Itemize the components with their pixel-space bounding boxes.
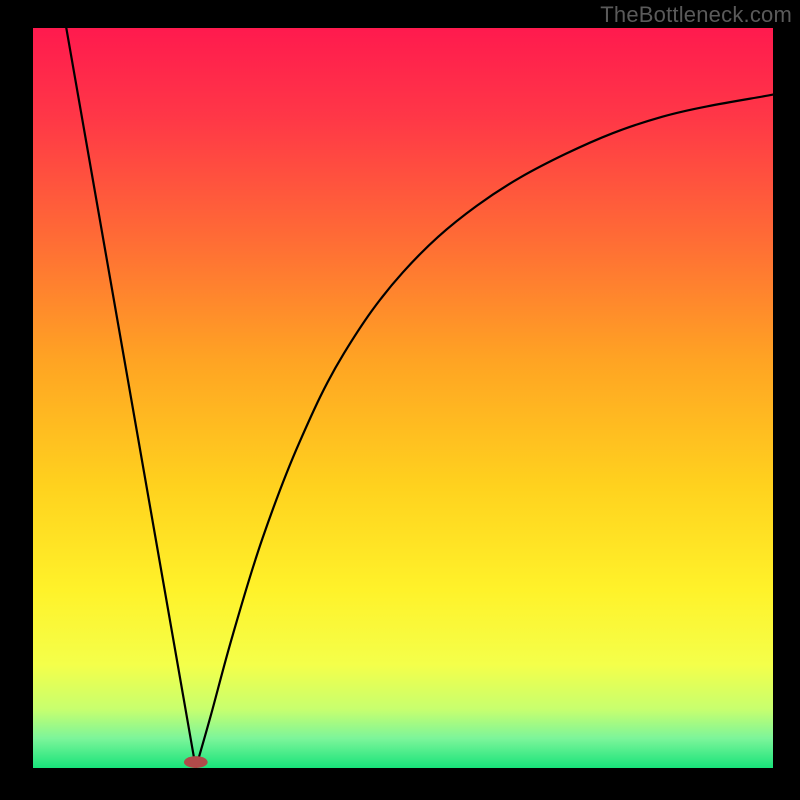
bottleneck-chart	[0, 0, 800, 800]
plot-area-group	[33, 28, 773, 768]
plot-background	[33, 28, 773, 768]
chart-frame: TheBottleneck.com	[0, 0, 800, 800]
min-marker	[184, 756, 208, 768]
